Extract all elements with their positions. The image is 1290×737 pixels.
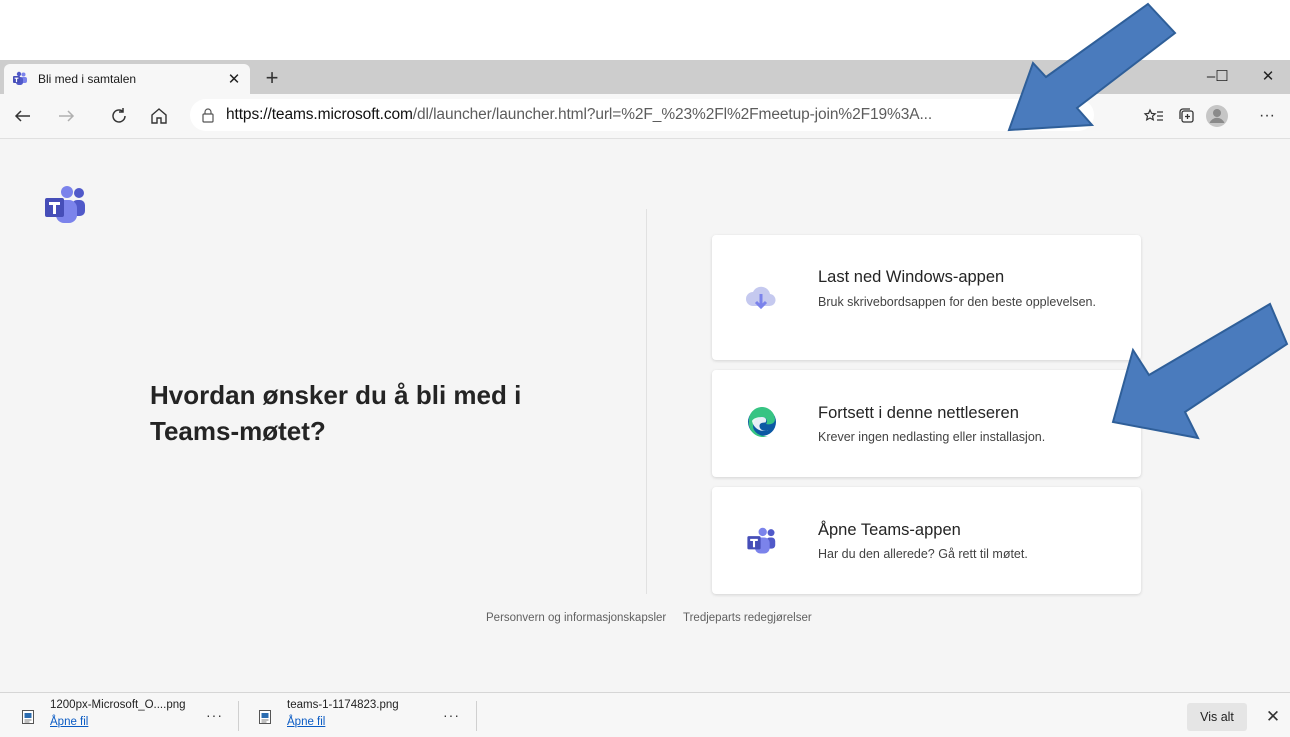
teams-app-icon	[747, 527, 776, 554]
download-more-icon[interactable]: ···	[206, 707, 223, 723]
open-file-link[interactable]: Åpne fil	[50, 716, 88, 728]
page-content: Hvordan ønsker du å bli med i Teams-møte…	[0, 139, 1290, 692]
third-party-link[interactable]: Tredjeparts redegjørelser	[683, 612, 812, 624]
collections-icon[interactable]	[1174, 103, 1200, 129]
lock-icon[interactable]	[190, 107, 226, 123]
home-icon[interactable]	[146, 103, 172, 129]
open-file-link[interactable]: Åpne fil	[287, 716, 325, 728]
teams-logo-icon	[45, 186, 85, 223]
download-separator	[238, 701, 239, 731]
edge-browser-icon	[748, 407, 776, 437]
download-more-icon[interactable]: ···	[443, 707, 460, 723]
downloads-bar: 1200px-Microsoft_O....png Åpne fil ··· t…	[0, 692, 1290, 737]
option-description: Har du den allerede? Gå rett til møtet.	[818, 547, 1028, 561]
option-description: Krever ingen nedlasting eller installasj…	[818, 430, 1046, 444]
show-all-downloads-button[interactable]: Vis alt	[1187, 703, 1247, 731]
forward-icon[interactable]	[53, 103, 79, 129]
download-windows-app-card[interactable]: Last ned Windows-appen Bruk skrivebordsa…	[712, 235, 1141, 360]
continue-in-browser-card[interactable]: Fortsett i denne nettleseren Krever inge…	[712, 370, 1141, 477]
tab-title: Bli med i samtalen	[38, 72, 137, 86]
close-downloads-icon[interactable]: ✕	[1262, 703, 1284, 731]
open-teams-app-card[interactable]: Åpne Teams-appen Har du den allerede? Gå…	[712, 487, 1141, 594]
close-window-button[interactable]: ✕	[1248, 64, 1288, 90]
option-description: Bruk skrivebordsappen for den beste oppl…	[818, 295, 1096, 309]
download-separator	[476, 701, 477, 731]
image-file-icon	[259, 710, 271, 724]
browser-tab[interactable]: Bli med i samtalen ✕	[4, 64, 250, 94]
download-item[interactable]: 1200px-Microsoft_O....png Åpne fil ···	[22, 693, 222, 737]
page-heading: Hvordan ønsker du å bli med i Teams-møte…	[150, 380, 522, 446]
browser-toolbar: https://teams.microsoft.com/dl/launcher/…	[0, 94, 1290, 139]
address-bar[interactable]: https://teams.microsoft.com/dl/launcher/…	[190, 99, 1094, 131]
new-tab-button[interactable]: +	[260, 64, 284, 92]
image-file-icon	[22, 710, 34, 724]
download-filename: 1200px-Microsoft_O....png	[50, 699, 186, 711]
option-title: Fortsett i denne nettleseren	[818, 404, 1019, 422]
profile-avatar-icon[interactable]	[1204, 103, 1230, 129]
download-item[interactable]: teams-1-1174823.png Åpne fil ···	[259, 693, 469, 737]
refresh-icon[interactable]	[106, 103, 132, 129]
back-icon[interactable]	[10, 103, 36, 129]
url-path: /dl/launcher/launcher.html?url=%2F_%23%2…	[412, 106, 933, 123]
teams-favicon-icon	[13, 71, 27, 85]
tab-strip: Bli med i samtalen ✕ + – ☐ ✕	[0, 60, 1290, 94]
privacy-link[interactable]: Personvern og informasjonskapsler	[486, 612, 666, 624]
download-filename: teams-1-1174823.png	[287, 699, 399, 711]
settings-more-icon[interactable]: ···	[1254, 103, 1280, 129]
favorites-icon[interactable]	[1141, 103, 1167, 129]
close-tab-icon[interactable]: ✕	[224, 70, 244, 88]
url-domain: https://teams.microsoft.com	[226, 106, 413, 123]
vertical-divider	[646, 209, 647, 594]
cloud-download-icon	[746, 286, 776, 310]
option-title: Åpne Teams-appen	[818, 521, 961, 539]
url-text: https://teams.microsoft.com/dl/launcher/…	[226, 106, 932, 124]
option-title: Last ned Windows-appen	[818, 268, 1005, 286]
maximize-button[interactable]: ☐	[1202, 64, 1242, 90]
